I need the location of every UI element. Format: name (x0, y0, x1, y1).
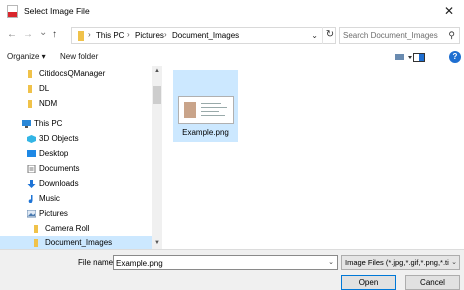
tree-item-desktop[interactable]: Desktop (0, 147, 152, 161)
navigation-bar: ← → ⌄ ↑ › This PC › Pictures › Document_… (0, 25, 464, 47)
cancel-button[interactable]: Cancel (405, 275, 460, 290)
file-item-example-png[interactable]: Example.png (173, 70, 238, 142)
navigation-pane: CitidocsQManager DL NDM This PC 3D Objec… (0, 66, 163, 249)
tree-item-downloads[interactable]: Downloads (0, 177, 152, 191)
tree-item-label: Document_Images (45, 238, 113, 247)
breadcrumb-separator-icon: › (127, 30, 130, 39)
computer-icon (22, 120, 31, 128)
tree-item-label: Camera Roll (45, 224, 90, 233)
back-icon[interactable]: ← (7, 29, 17, 40)
pdf-app-icon (7, 5, 18, 18)
tree-item-document-images[interactable]: Document_Images (0, 236, 152, 249)
image-file-icon (178, 96, 234, 124)
address-dropdown-icon[interactable]: ⌄ (311, 31, 318, 40)
tree-item-dl[interactable]: DL (0, 82, 152, 96)
tree-item-label: This PC (34, 119, 63, 128)
navigation-scrollbar[interactable]: ▲ ▼ (152, 66, 162, 249)
address-bar[interactable]: › This PC › Pictures › Document_Images ⌄ (71, 27, 336, 44)
tree-item-label: Documents (39, 164, 80, 173)
tree-item-this-pc[interactable]: This PC (0, 117, 152, 131)
open-button[interactable]: Open (341, 275, 396, 290)
view-options-icon[interactable] (394, 52, 414, 63)
breadcrumb-document-images[interactable]: Document_Images (172, 31, 239, 40)
scroll-down-icon[interactable]: ▼ (152, 238, 162, 248)
breadcrumb-this-pc[interactable]: This PC (96, 31, 124, 40)
chevron-down-icon[interactable]: ⌄ (451, 258, 457, 266)
refresh-button[interactable]: ↻ (322, 27, 337, 44)
file-type-filter-select[interactable]: Image Files (*.jpg,*.gif,*.png,*.tif ⌄ (341, 255, 460, 270)
tree-item-label: Music (39, 194, 60, 203)
file-name-input[interactable] (116, 257, 321, 269)
title-bar: Select Image File ✕ (0, 0, 464, 23)
dialog-footer: File name: ⌄ Image Files (*.jpg,*.gif,*.… (0, 249, 464, 290)
breadcrumb-separator-icon: › (164, 30, 167, 39)
download-icon (27, 180, 36, 188)
tree-item-citidocsqmanager[interactable]: CitidocsQManager (0, 67, 152, 81)
chevron-down-icon[interactable]: ⌄ (328, 258, 334, 266)
folder-icon (28, 85, 32, 93)
tree-item-label: Downloads (39, 179, 79, 188)
tree-item-label: CitidocsQManager (39, 69, 106, 78)
tree-item-pictures[interactable]: Pictures (0, 207, 152, 221)
help-button[interactable]: ? (449, 51, 461, 63)
cube-icon (27, 135, 36, 143)
up-folder-icon[interactable]: ↑ (52, 29, 57, 40)
search-box[interactable]: ⚲ (339, 27, 460, 44)
folder-icon (78, 31, 84, 41)
close-button[interactable]: ✕ (434, 0, 464, 23)
tree-item-3d-objects[interactable]: 3D Objects (0, 132, 152, 146)
search-icon[interactable]: ⚲ (448, 30, 455, 41)
scrollbar-thumb[interactable] (153, 86, 161, 104)
new-folder-button[interactable]: New folder (60, 52, 98, 61)
photo-thumbnail (184, 102, 196, 118)
tree-item-label: 3D Objects (39, 134, 79, 143)
window-title: Select Image File (24, 6, 90, 16)
document-icon (27, 165, 36, 173)
file-type-filter-value: Image Files (*.jpg,*.gif,*.png,*.tif (345, 258, 449, 267)
history-dropdown-icon[interactable]: ⌄ (39, 27, 47, 38)
search-input[interactable] (343, 29, 441, 42)
file-name-combobox[interactable]: ⌄ (113, 255, 338, 270)
tree-item-music[interactable]: Music (0, 192, 152, 206)
file-name-label: Example.png (182, 128, 229, 137)
toolbar: Organize ▾ New folder ? (0, 49, 464, 66)
breadcrumb-pictures[interactable]: Pictures (135, 31, 164, 40)
desktop-icon (27, 150, 36, 157)
tree-item-label: NDM (39, 99, 58, 108)
music-icon (28, 195, 33, 203)
forward-icon[interactable]: → (23, 29, 33, 40)
file-list: Example.png (165, 66, 464, 249)
tree-item-label: Desktop (39, 149, 69, 158)
scroll-up-icon[interactable]: ▲ (152, 66, 162, 76)
tree-item-label: Pictures (39, 209, 68, 218)
pictures-icon (27, 210, 36, 218)
tree-item-label: DL (39, 84, 50, 93)
file-name-label: File name: (78, 258, 116, 267)
folder-icon (28, 100, 32, 108)
tree-item-ndm[interactable]: NDM (0, 97, 152, 111)
tree-item-camera-roll[interactable]: Camera Roll (0, 222, 152, 236)
preview-pane-icon[interactable] (413, 52, 425, 63)
folder-icon (28, 70, 32, 78)
folder-icon (34, 225, 38, 233)
organize-button[interactable]: Organize ▾ (7, 52, 46, 61)
tree-item-documents[interactable]: Documents (0, 162, 152, 176)
breadcrumb-separator-icon: › (88, 30, 91, 39)
folder-icon (34, 239, 38, 247)
